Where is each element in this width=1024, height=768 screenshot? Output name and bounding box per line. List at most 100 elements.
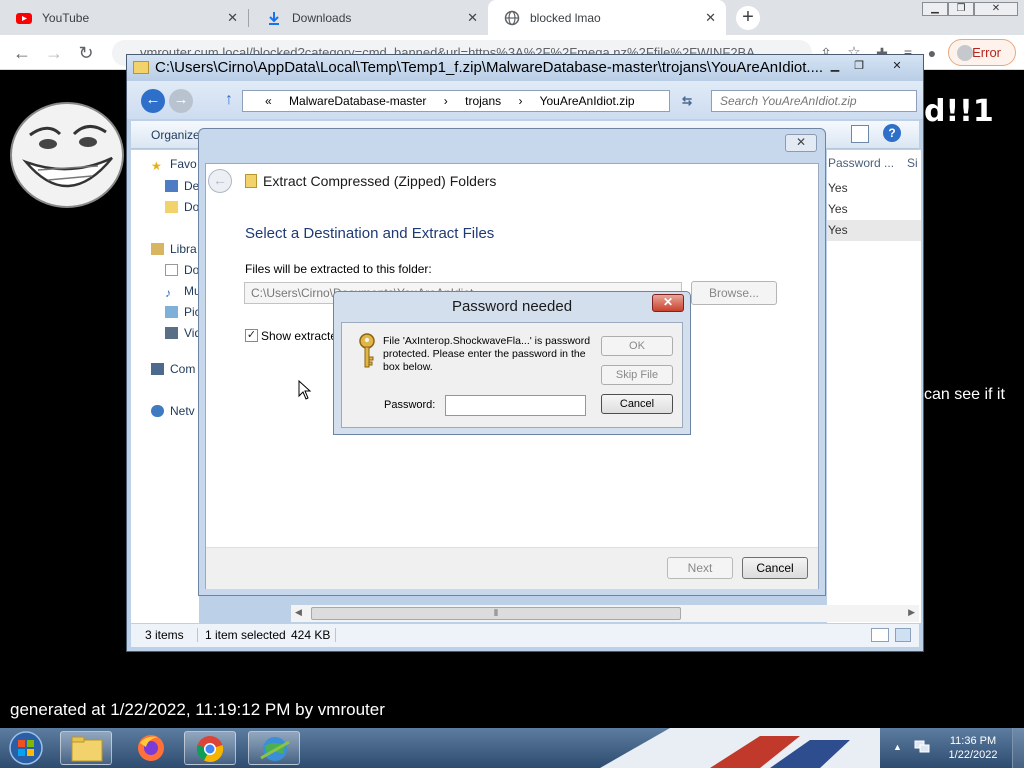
mouse-cursor-icon <box>298 380 312 400</box>
search-placeholder: Search YouAreAnIdiot.zip <box>720 94 857 108</box>
minimize-button[interactable]: ▁ <box>823 57 847 75</box>
browse-button[interactable]: Browse... <box>691 281 777 305</box>
page-side-text: can see if it <box>924 386 1005 403</box>
breadcrumb-separator[interactable]: › <box>518 94 522 108</box>
forward-arrow-icon[interactable]: → <box>42 41 66 65</box>
error-label: Error <box>972 45 1001 60</box>
tab-blocked[interactable]: blocked lmao ✕ <box>488 0 726 35</box>
tray-expand-icon[interactable]: ▲ <box>893 742 902 752</box>
avatar-icon <box>957 45 973 61</box>
network-status-icon[interactable] <box>914 740 930 754</box>
taskbar-firefox[interactable] <box>126 731 178 765</box>
close-icon[interactable]: ✕ <box>785 134 817 152</box>
chrome-icon <box>196 736 224 763</box>
column-header-size[interactable]: Si <box>907 156 918 170</box>
taskbar-network-app[interactable] <box>248 731 300 765</box>
maximize-button[interactable]: ❐ <box>847 57 871 75</box>
breadcrumb-item[interactable]: MalwareDatabase-master <box>289 94 426 108</box>
new-tab-button[interactable]: + <box>736 6 760 30</box>
zip-folder-icon <box>245 174 257 188</box>
minimize-button[interactable]: ▁ <box>922 2 948 16</box>
close-window-button[interactable]: ✕ <box>974 2 1018 16</box>
breadcrumb-item[interactable]: YouAreAnIdiot.zip <box>540 94 635 108</box>
scroll-left-icon[interactable]: ◀ <box>295 607 302 618</box>
nav-item-libraries[interactable]: Libra <box>151 242 197 256</box>
dialog-title: Password needed <box>451 298 573 315</box>
taskbar-chrome[interactable] <box>184 731 236 765</box>
back-arrow-icon[interactable]: ← <box>141 89 165 113</box>
show-desktop-button[interactable] <box>1012 728 1024 768</box>
reload-icon[interactable]: ↻ <box>74 41 98 65</box>
start-button[interactable] <box>4 730 48 766</box>
back-arrow-icon[interactable]: ← <box>208 169 232 193</box>
nav-item-pictures[interactable]: Pic <box>165 305 201 319</box>
picture-icon <box>165 306 178 318</box>
breadcrumb-separator[interactable]: › <box>444 94 448 108</box>
scroll-right-icon[interactable]: ▶ <box>908 607 915 618</box>
organize-menu[interactable]: Organize <box>151 128 200 142</box>
column-header-password[interactable]: Password ... <box>828 156 894 170</box>
breadcrumb[interactable]: « MalwareDatabase-master › trojans › You… <box>242 90 670 112</box>
cancel-button[interactable]: Cancel <box>601 394 673 414</box>
page-heading-fragment: d!!1 <box>924 94 994 129</box>
tab-label: YouTube <box>42 10 90 25</box>
details-view-icon[interactable] <box>871 628 889 642</box>
tab-downloads[interactable]: Downloads ✕ <box>250 0 488 35</box>
breadcrumb-overflow[interactable]: « <box>265 94 272 108</box>
up-arrow-icon[interactable]: ↑ <box>217 89 241 113</box>
taskbar-clock[interactable]: 11:36 PM 1/22/2022 <box>938 734 1008 762</box>
next-button[interactable]: Next <box>667 557 733 579</box>
close-icon[interactable]: ✕ <box>227 10 238 26</box>
back-arrow-icon[interactable]: ← <box>10 41 34 65</box>
nav-item-computer[interactable]: Com <box>151 362 195 376</box>
list-item-selected[interactable]: Yes <box>827 220 921 241</box>
firefox-icon <box>138 735 164 761</box>
help-icon[interactable]: ? <box>883 124 901 142</box>
refresh-icon[interactable]: ⇆ <box>675 90 699 114</box>
close-window-button[interactable]: ✕ <box>885 57 909 75</box>
show-files-checkbox[interactable]: ✓ <box>245 329 258 342</box>
nav-item-favorites[interactable]: ★ Favo <box>151 157 197 173</box>
close-icon[interactable]: ✕ <box>652 294 684 312</box>
desktop-icon <box>165 180 178 192</box>
computer-icon <box>151 363 164 375</box>
status-bar: 3 items 1 item selected 424 KB <box>131 623 919 647</box>
password-message: File 'AxInterop.ShockwaveFla...' is pass… <box>383 335 591 373</box>
taskbar-explorer[interactable] <box>60 731 112 765</box>
globe-icon <box>260 737 290 761</box>
large-icons-view-icon[interactable] <box>895 628 911 642</box>
selection-size: 424 KB <box>291 628 331 642</box>
nav-item-network[interactable]: Netv <box>151 404 195 418</box>
search-input[interactable]: Search YouAreAnIdiot.zip <box>711 90 917 112</box>
globe-icon <box>504 10 520 25</box>
nav-item-documents[interactable]: Do <box>165 263 199 277</box>
folder-icon <box>165 201 178 213</box>
close-icon[interactable]: ✕ <box>467 10 478 26</box>
list-item[interactable]: Yes <box>827 199 921 220</box>
preview-pane-icon[interactable] <box>851 125 869 143</box>
nav-item-desktop[interactable]: De <box>165 179 199 193</box>
skip-file-button[interactable]: Skip File <box>601 365 673 385</box>
nav-item-downloads[interactable]: Do <box>165 200 199 214</box>
error-button[interactable]: Error <box>948 39 1016 66</box>
horizontal-scrollbar[interactable]: ◀ ⦀ ▶ <box>291 605 919 622</box>
file-list-visible-columns: Password ... Si Yes Yes Yes <box>827 150 921 623</box>
close-icon[interactable]: ✕ <box>705 10 716 26</box>
breadcrumb-item[interactable]: trojans <box>465 94 501 108</box>
ok-button[interactable]: OK <box>601 336 673 356</box>
clock-time: 11:36 PM <box>949 735 997 747</box>
password-field[interactable] <box>445 395 586 416</box>
scrollbar-thumb[interactable]: ⦀ <box>311 607 681 620</box>
explorer-title-bar[interactable]: C:\Users\Cirno\AppData\Local\Temp\Temp1_… <box>127 55 923 81</box>
list-item[interactable]: Yes <box>827 178 921 199</box>
tab-youtube[interactable]: YouTube ✕ <box>0 0 248 35</box>
nav-item-music[interactable]: ♪ Mu <box>165 284 201 300</box>
explorer-address-bar: ← → ↑ « MalwareDatabase-master › trojans… <box>127 81 923 119</box>
status-divider <box>197 628 198 642</box>
maximize-button[interactable]: ❐ <box>948 2 974 16</box>
forward-arrow-icon[interactable]: → <box>169 89 193 113</box>
password-field-label: Password: <box>384 399 436 411</box>
cancel-button[interactable]: Cancel <box>742 557 808 579</box>
show-files-label: Show extracte <box>261 329 338 343</box>
nav-item-videos[interactable]: Vid <box>165 326 201 340</box>
